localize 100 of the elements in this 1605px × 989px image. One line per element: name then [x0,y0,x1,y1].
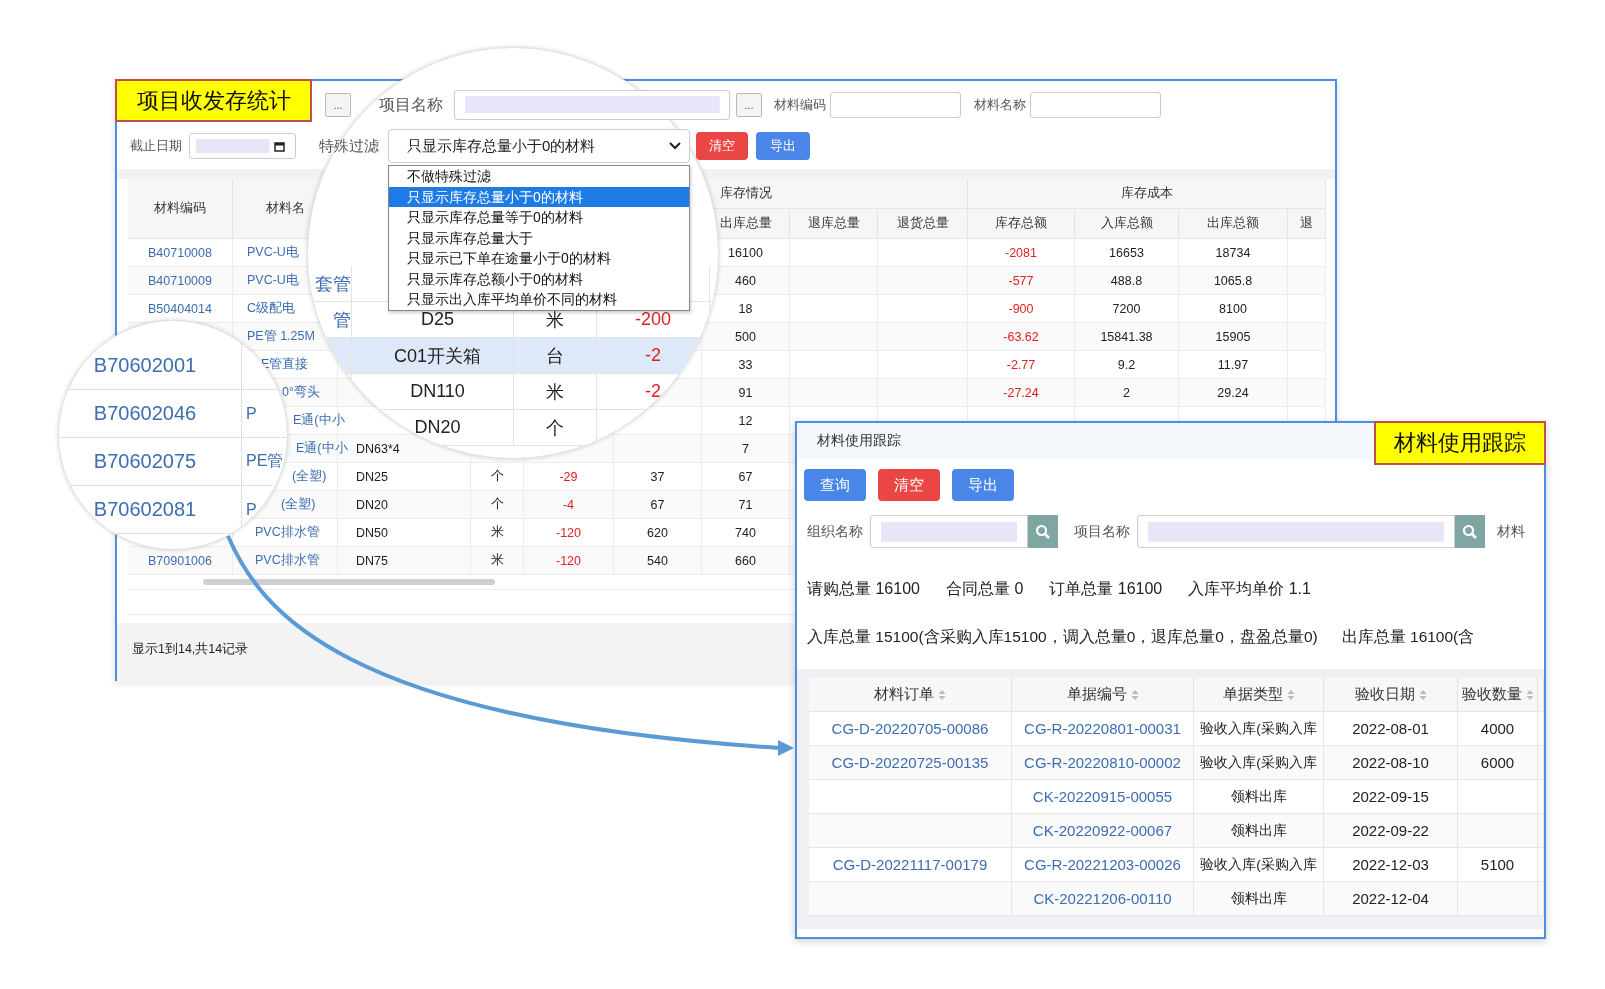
column-header: 退货总量 [896,215,949,232]
summary-text: 入库平均单价 1.1 [1188,578,1311,599]
document-link[interactable]: CG-R-20221203-00026 [1024,856,1181,873]
scrollbar[interactable] [203,579,495,585]
column-header: 库存总额 [995,215,1047,232]
summary-text: 订单总量 16100 [1049,578,1163,599]
dropdown-option[interactable]: 只显示出入库平均单价不同的材料 [389,289,689,310]
date-field[interactable] [189,133,296,159]
material-name-link[interactable]: PE管 1.25M [247,328,315,345]
material-name-link[interactable]: PVC-U电 [247,244,299,261]
field-label: 材料编码 [774,96,826,114]
table-cell: DN20 [356,497,388,512]
calendar-icon [274,141,285,152]
search-button[interactable] [1455,515,1485,548]
toolbar-button[interactable]: 查询 [804,469,866,501]
table-cell: 11.97 [1217,357,1249,372]
table-cell: 8100 [1219,301,1247,316]
material-name-link[interactable]: C级配电 [247,300,296,317]
name-field[interactable] [1030,92,1161,118]
dropdown-option[interactable]: 只显示库存总量小于0的材料 [389,186,689,207]
field-label: 特殊过滤 [319,136,379,156]
material-name-link[interactable]: P [246,500,257,519]
sort-icon [938,688,946,701]
material-name-link[interactable]: (全塑) [281,496,316,513]
column-header[interactable]: 单据类型 [1194,678,1324,711]
dropdown-option[interactable]: 只显示库存总量大于 [389,227,689,248]
document-link[interactable]: CG-D-20220705-00086 [831,720,989,737]
sort-icon [1286,688,1295,701]
table-cell: 660 [735,553,756,568]
material-name-link[interactable]: 0°弯头 [282,384,320,401]
summary-text: 合同总量 0 [945,578,1024,599]
table-cell-text: 台 [546,344,564,368]
table-cell: DN25 [356,469,388,484]
material-name-link[interactable]: PVC排水管 [255,524,320,541]
material-name-link[interactable]: 套管 [315,271,351,296]
table-cell: 29.24 [1217,385,1249,400]
document-link[interactable]: CK-20220922-00067 [1032,822,1173,839]
column-header[interactable]: 单据编号 [1012,678,1194,711]
document-link[interactable]: CK-20220915-00055 [1032,788,1173,805]
column-header: 出库总量 [719,215,772,232]
table-cell: 1065.8 [1213,273,1253,288]
toolbar-button[interactable]: 导出 [756,132,810,160]
toolbar-button[interactable]: 清空 [878,469,940,501]
search-field[interactable] [1137,515,1455,548]
material-code-link[interactable]: B70602075 [93,450,197,473]
document-link[interactable]: CG-R-20220801-00031 [1024,720,1181,737]
table-cell: -2.77 [1006,357,1036,372]
material-code-link[interactable]: B70602001 [93,354,197,377]
picker-button[interactable]: ... [736,93,762,117]
material-code-link[interactable]: B70602046 [93,402,197,425]
column-header[interactable]: 材料订单 [809,678,1012,711]
material-code-link[interactable]: B40710008 [148,245,212,260]
document-link[interactable]: CK-20221206-00110 [1033,890,1172,907]
column-header[interactable]: 验收数量 [1458,678,1538,711]
dropdown-option[interactable]: 不做特殊过滤 [389,166,689,187]
toolbar-button[interactable]: 导出 [952,469,1014,501]
material-name-link[interactable]: PE管 [246,451,284,472]
search-icon [1462,523,1478,540]
project-field[interactable] [454,90,730,120]
table-cell: 领料出库 [1230,787,1287,806]
column-header[interactable]: 验收日期 [1324,678,1458,711]
table-cell: -63.62 [1003,329,1039,344]
dropdown-option[interactable]: 只显示库存总量等于0的材料 [389,207,689,228]
table-cell: 个 [490,468,504,485]
material-name-link[interactable]: PVC-U电 [247,272,299,289]
table-cell: 15841.38 [1100,329,1153,344]
material-code-link[interactable]: B40710009 [148,273,212,288]
material-name-link[interactable]: E通(中小 [293,412,345,429]
document-link[interactable]: CG-R-20220810-00002 [1024,754,1181,771]
table-cell: 验收入库(采购入库 [1200,855,1317,874]
table-cell: -120 [556,525,581,540]
material-name-link[interactable]: P [246,404,257,423]
table-cell: 37 [650,469,665,484]
table-cell: 67 [650,497,665,512]
material-name-link[interactable]: E通(中小 [296,440,348,457]
table-cell: 米 [490,524,504,541]
group-header: 库存情况 [719,185,772,202]
picker-button[interactable]: ... [325,93,351,117]
table-cell: 488.8 [1110,273,1143,288]
material-code-link[interactable]: B70901006 [148,553,212,568]
search-button[interactable] [1028,515,1058,548]
filter-select[interactable]: 只显示库存总量小于0的材料 [388,129,690,163]
document-link[interactable]: CG-D-20221117-00179 [832,856,988,873]
dropdown-option[interactable]: 只显示库存总额小于0的材料 [389,268,689,289]
document-link[interactable]: CG-D-20220725-00135 [831,754,989,771]
window-title: 材料使用跟踪 [817,432,901,450]
code-field[interactable] [830,92,961,118]
material-name-link[interactable]: PVC排水管 [255,552,320,569]
material-code-link[interactable]: B70602081 [93,498,197,521]
table-cell: 91 [738,385,753,400]
table-cell: 16653 [1109,245,1144,260]
material-name-link[interactable]: (全塑) [292,468,327,485]
table-cell: 7200 [1112,301,1141,316]
chevron-icon [669,142,681,150]
material-name-link[interactable]: 管 [333,307,351,332]
dropdown-option[interactable]: 只显示已下单在途量小于0的材料 [389,248,689,269]
column-header: 出库总额 [1207,215,1259,232]
toolbar-button[interactable]: 清空 [696,132,748,160]
search-field[interactable] [870,515,1028,548]
material-code-link[interactable]: B50404014 [148,301,212,316]
